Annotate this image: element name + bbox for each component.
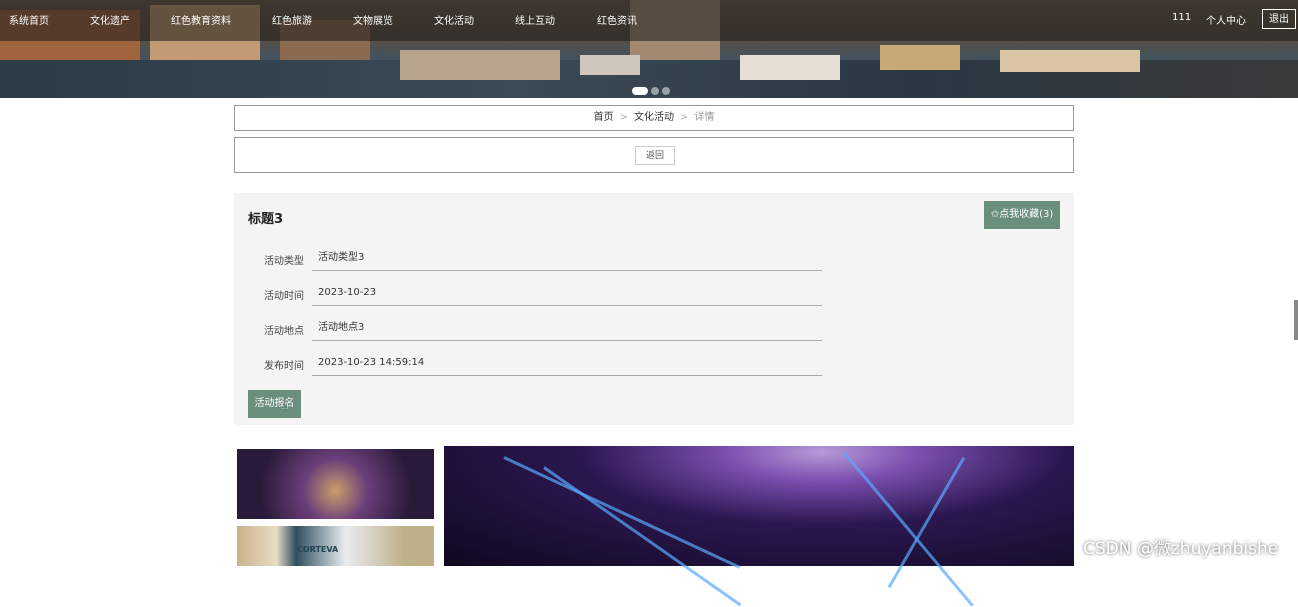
breadcrumb-current: 详情	[694, 112, 715, 123]
nav-item-home[interactable]: 系统首页	[9, 12, 49, 27]
gallery-main-image	[444, 446, 1074, 607]
back-button[interactable]: 返回	[635, 146, 675, 165]
nav-item-culture-activity[interactable]: 文化活动	[434, 12, 474, 27]
carousel-dot[interactable]	[662, 87, 670, 95]
field-label: 发布时间	[264, 361, 304, 372]
field-label: 活动地点	[264, 326, 304, 337]
field-value: 活动类型3	[312, 245, 822, 271]
favorite-button[interactable]: ✩点我收藏(3)	[984, 201, 1060, 229]
profile-link[interactable]: 个人中心	[1206, 12, 1246, 27]
detail-panel: 标题3 ✩点我收藏(3) 活动类型 活动类型3 活动时间 2023-10-23 …	[234, 193, 1074, 425]
nav-item-exhibition[interactable]: 文物展览	[353, 12, 393, 27]
field-label: 活动时间	[264, 291, 304, 302]
scrollbar[interactable]	[1294, 300, 1298, 340]
detail-title: 标题3	[248, 212, 284, 227]
nav-item-red-tourism[interactable]: 红色旅游	[272, 12, 312, 27]
field-value: 2023-10-23	[312, 280, 822, 306]
gallery-thumbnail[interactable]: CORTEVA	[237, 526, 434, 566]
breadcrumb-separator: >	[619, 112, 628, 123]
field-value: 活动地点3	[312, 315, 822, 341]
thumbnail-logo: CORTEVA	[297, 545, 339, 554]
nav-item-heritage[interactable]: 文化遗产	[90, 12, 130, 27]
nav-item-red-education[interactable]: 红色教育资料	[171, 12, 231, 27]
signup-button[interactable]: 活动报名	[248, 390, 301, 418]
back-panel: 返回	[234, 137, 1074, 173]
field-label: 活动类型	[264, 256, 304, 267]
field-value: 2023-10-23 14:59:14	[312, 350, 822, 376]
carousel-indicator[interactable]	[632, 80, 673, 98]
carousel-dot[interactable]	[632, 87, 648, 95]
nav-item-red-news[interactable]: 红色资讯	[597, 12, 637, 27]
top-nav: 系统首页 文化遗产 红色教育资料 红色旅游 文物展览 文化活动 线上互动 红色资…	[0, 0, 1298, 41]
nav-item-online-interaction[interactable]: 线上互动	[515, 12, 555, 27]
pointer-cursor-icon: ☝	[280, 397, 289, 413]
gallery-thumbnail[interactable]	[237, 449, 434, 519]
breadcrumb: 首页 > 文化活动 > 详情	[234, 105, 1074, 131]
watermark: CSDN @微zhuyanbishe	[1083, 539, 1279, 559]
breadcrumb-category[interactable]: 文化活动	[634, 112, 674, 123]
username: 111	[1172, 12, 1192, 23]
logout-button[interactable]: 退出	[1262, 9, 1296, 29]
breadcrumb-home[interactable]: 首页	[594, 112, 614, 123]
breadcrumb-separator: >	[680, 112, 689, 123]
carousel-dot[interactable]	[651, 87, 659, 95]
